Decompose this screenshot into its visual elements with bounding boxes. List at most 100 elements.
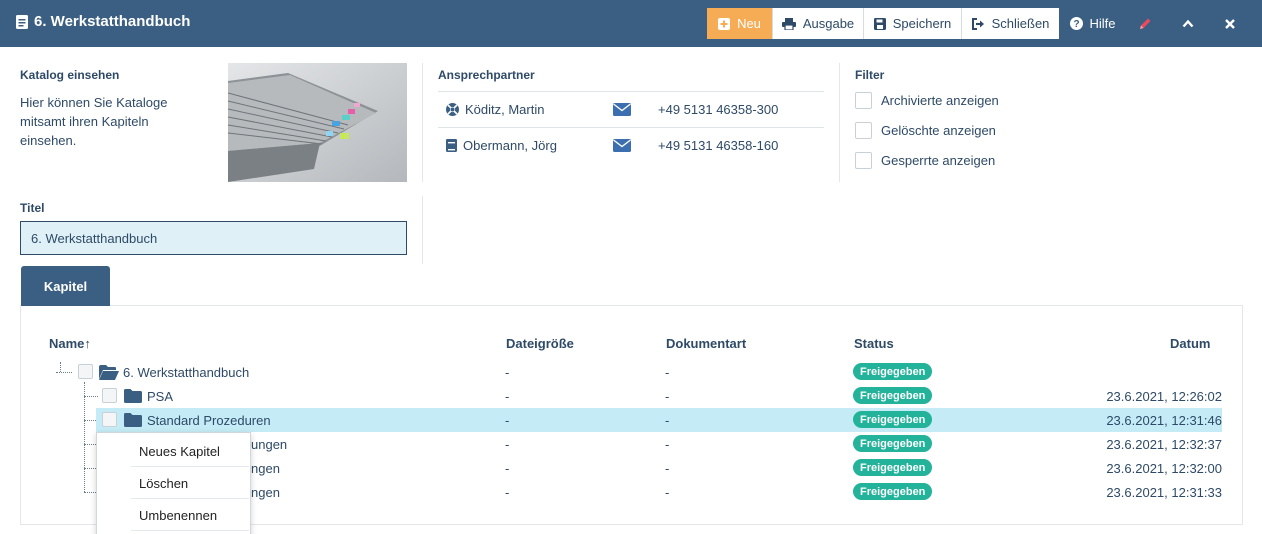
row-name: ngen xyxy=(251,461,280,476)
row-type: - xyxy=(665,365,670,380)
column-header-name[interactable]: Name↑ xyxy=(49,336,91,351)
status-badge: Freigegeben xyxy=(853,435,933,452)
window-title: 6. Werkstatthandbuch xyxy=(16,13,190,30)
plus-icon xyxy=(718,17,731,30)
contact-row: Köditz, Martin +49 5131 46358-300 xyxy=(438,91,824,127)
title-field-label: Titel xyxy=(20,201,45,215)
window-title-text: 6. Werkstatthandbuch xyxy=(34,13,191,30)
edit-button[interactable] xyxy=(1133,8,1157,39)
archived-checkbox[interactable] xyxy=(855,92,872,109)
support-icon xyxy=(446,103,459,116)
filter-archived[interactable]: Archivierte anzeigen xyxy=(855,92,999,109)
row-date: 23.6.2021, 12:32:00 xyxy=(1106,461,1222,476)
contact-phone: +49 5131 46358-160 xyxy=(658,138,779,153)
close-icon xyxy=(1225,18,1235,29)
contact-row: Obermann, Jörg +49 5131 46358-160 xyxy=(438,127,824,163)
contact-phone: +49 5131 46358-300 xyxy=(658,102,779,117)
sign-out-icon xyxy=(971,17,984,30)
filter-option-label: Gesperrte anzeigen xyxy=(881,153,996,168)
column-header-status[interactable]: Status xyxy=(854,336,894,351)
column-header-type[interactable]: Dokumentart xyxy=(666,336,746,351)
row-size: - xyxy=(505,437,510,452)
help-button[interactable]: ? Hilfe xyxy=(1068,8,1118,39)
row-name: 6. Werkstatthandbuch xyxy=(123,365,250,380)
help-button-label: Hilfe xyxy=(1089,16,1116,31)
menu-item-rename[interactable]: Umbenennen xyxy=(131,501,249,531)
filter-deleted[interactable]: Gelöschte anzeigen xyxy=(855,122,996,139)
book-icon xyxy=(446,139,457,152)
row-name: ngen xyxy=(251,485,280,500)
row-type: - xyxy=(665,485,670,500)
row-date: 23.6.2021, 12:32:37 xyxy=(1106,437,1222,452)
mail-icon[interactable] xyxy=(613,139,631,152)
divider xyxy=(839,63,840,182)
folder-open-icon xyxy=(99,365,119,380)
app-header: 6. Werkstatthandbuch Neu Ausgabe Speiche… xyxy=(0,0,1262,47)
row-checkbox[interactable] xyxy=(102,388,117,403)
folder-icon xyxy=(124,389,142,403)
divider xyxy=(422,63,423,182)
new-button[interactable]: Neu xyxy=(707,8,773,39)
row-checkbox[interactable] xyxy=(78,364,93,379)
divider xyxy=(422,196,423,264)
close-document-button[interactable]: Schließen xyxy=(962,8,1059,39)
row-size: - xyxy=(505,485,510,500)
row-checkbox[interactable] xyxy=(102,412,117,427)
row-size: - xyxy=(505,413,510,428)
row-date: 23.6.2021, 12:31:46 xyxy=(1106,413,1222,428)
catalog-description: Hier können Sie Kataloge mitsamt ihren K… xyxy=(20,95,168,148)
document-icon xyxy=(16,14,28,29)
row-type: - xyxy=(665,389,670,404)
collapse-button[interactable] xyxy=(1176,8,1200,39)
print-button[interactable]: Ausgabe xyxy=(773,8,864,39)
filter-option-label: Archivierte anzeigen xyxy=(881,93,999,108)
save-button[interactable]: Speichern xyxy=(864,8,962,39)
new-button-label: Neu xyxy=(737,16,761,31)
row-name: Standard Prozeduren xyxy=(147,413,271,428)
catalog-section-label: Katalog einsehen xyxy=(20,68,120,82)
title-input[interactable] xyxy=(20,221,407,255)
close-window-button[interactable] xyxy=(1218,8,1242,39)
row-type: - xyxy=(665,437,670,452)
table-row[interactable]: PSA - - Freigegeben 23.6.2021, 12:26:02 xyxy=(0,384,1262,408)
contact-name[interactable]: Köditz, Martin xyxy=(465,102,544,117)
row-size: - xyxy=(505,389,510,404)
close-document-button-label: Schließen xyxy=(991,16,1050,31)
mail-icon[interactable] xyxy=(613,103,631,116)
save-button-label: Speichern xyxy=(892,16,952,31)
menu-item-delete[interactable]: Löschen xyxy=(131,469,249,499)
row-name: ungen xyxy=(251,437,288,452)
status-badge: Freigegeben xyxy=(853,363,933,380)
status-badge: Freigegeben xyxy=(853,459,933,476)
table-row-selected[interactable]: Standard Prozeduren - - Freigegeben 23.6… xyxy=(96,408,1222,432)
status-badge: Freigegeben xyxy=(853,411,933,428)
column-header-date[interactable]: Datum xyxy=(1170,336,1210,351)
filter-section-label: Filter xyxy=(855,68,885,82)
catalog-image xyxy=(228,63,407,182)
row-type: - xyxy=(665,413,670,428)
menu-item-new-chapter[interactable]: Neues Kapitel xyxy=(131,437,249,467)
question-circle-icon: ? xyxy=(1070,17,1084,30)
chevron-up-icon xyxy=(1182,19,1194,28)
row-size: - xyxy=(505,365,510,380)
row-date: 23.6.2021, 12:31:33 xyxy=(1106,485,1222,500)
deleted-checkbox[interactable] xyxy=(855,122,872,139)
row-date: 23.6.2021, 12:26:02 xyxy=(1106,389,1222,404)
contacts-section-label: Ansprechpartner xyxy=(438,68,535,82)
context-menu: Neues Kapitel Löschen Umbenennen xyxy=(96,432,251,534)
table-row[interactable]: 6. Werkstatthandbuch - - Freigegeben xyxy=(0,360,1262,384)
filter-option-label: Gelöschte anzeigen xyxy=(881,123,996,138)
tab-chapters[interactable]: Kapitel xyxy=(21,266,110,306)
contact-name[interactable]: Obermann, Jörg xyxy=(463,138,557,153)
status-badge: Freigegeben xyxy=(853,387,933,404)
column-header-size[interactable]: Dateigröße xyxy=(506,336,574,351)
floppy-disk-icon xyxy=(873,17,886,30)
row-type: - xyxy=(665,461,670,476)
row-name: PSA xyxy=(147,389,174,404)
printer-icon xyxy=(781,17,796,30)
print-button-label: Ausgabe xyxy=(802,16,855,31)
filter-locked[interactable]: Gesperrte anzeigen xyxy=(855,152,995,169)
folder-icon xyxy=(124,413,142,427)
svg-text:?: ? xyxy=(1074,19,1080,30)
locked-checkbox[interactable] xyxy=(855,152,872,169)
